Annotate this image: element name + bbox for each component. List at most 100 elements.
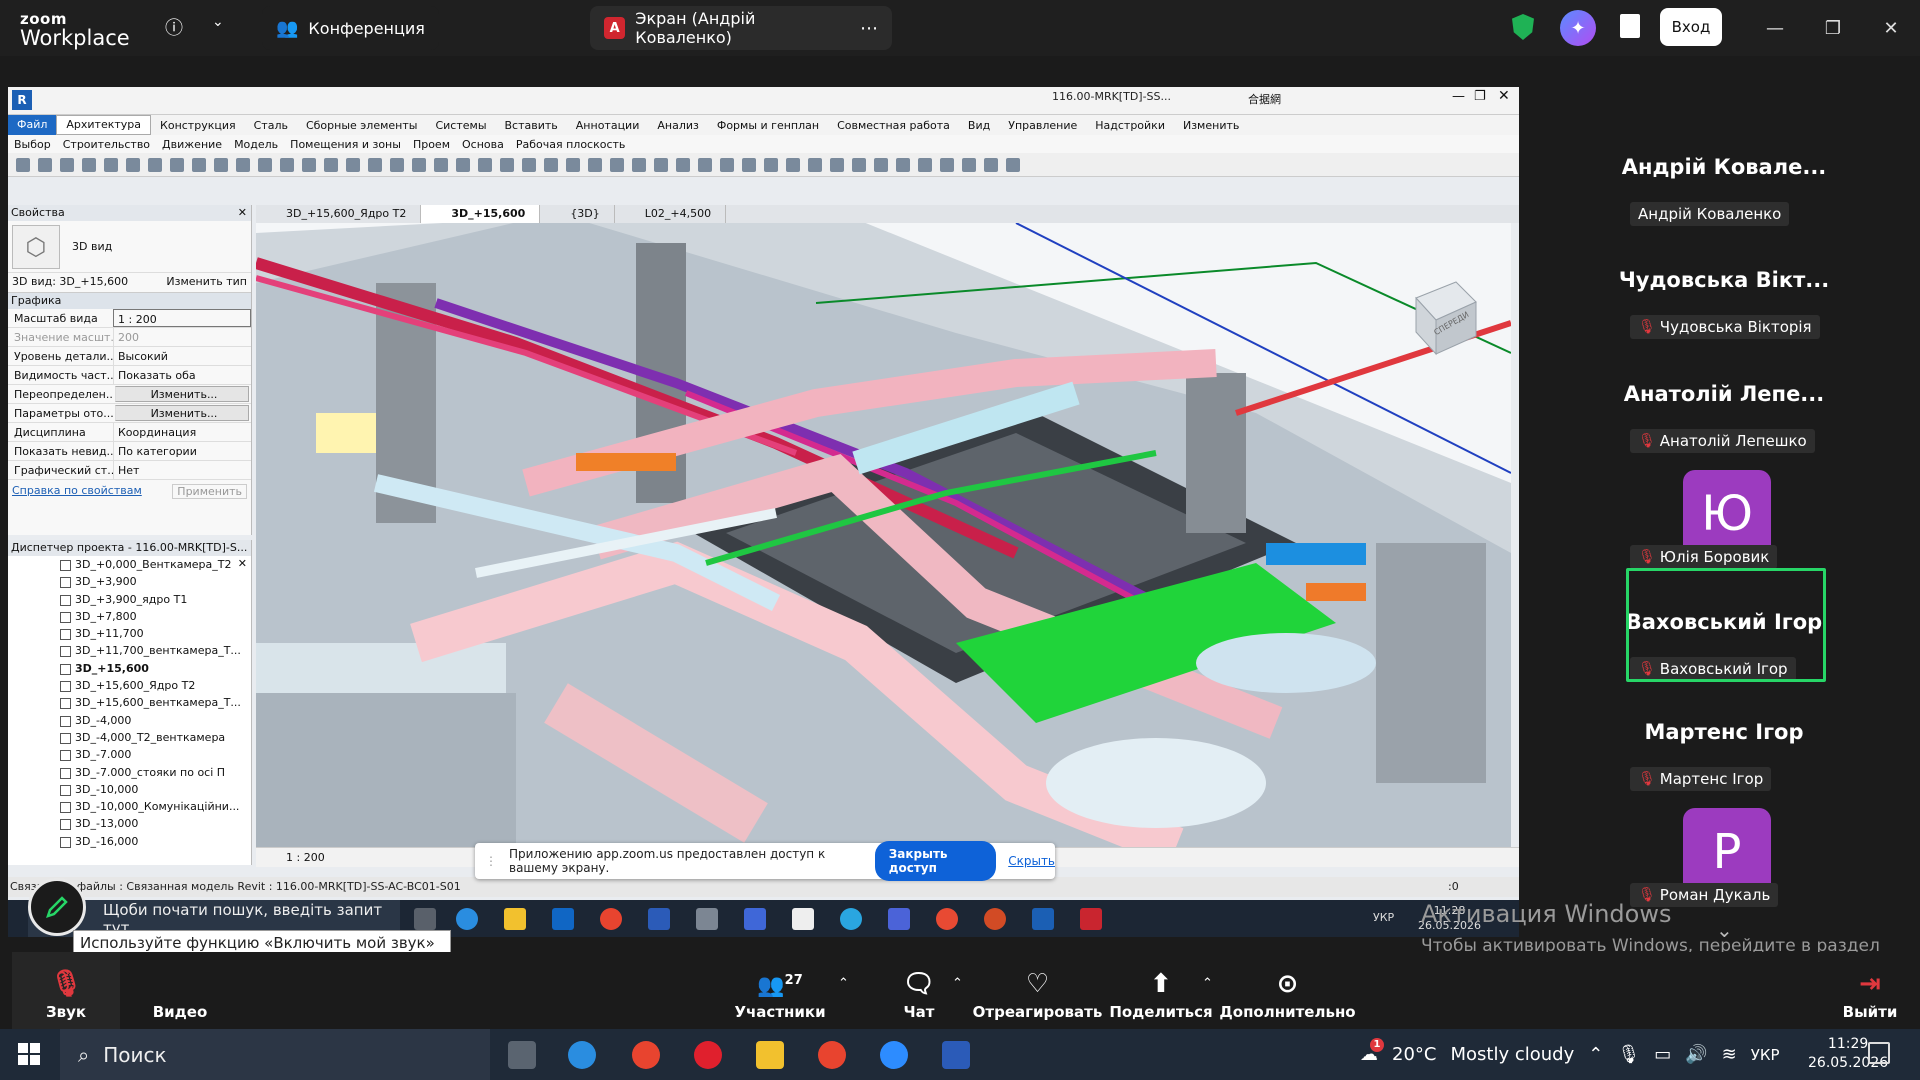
panel-label[interactable]: Рабочая плоскость: [516, 138, 626, 151]
panel-label[interactable]: Помещения и зоны: [290, 138, 401, 151]
toolbar-icon[interactable]: [984, 158, 998, 172]
edit-type-button[interactable]: Изменить тип: [166, 275, 247, 290]
browser-item[interactable]: 3D_+7,800: [8, 608, 251, 625]
toolbar-icon[interactable]: [38, 158, 52, 172]
teams-icon[interactable]: [744, 908, 766, 930]
toolbar-icon[interactable]: [654, 158, 668, 172]
leave-button[interactable]: ⇥ Выйти: [1835, 952, 1905, 1029]
revit-close-icon[interactable]: ✕: [1498, 88, 1510, 104]
participants-button[interactable]: 👥27 Участники: [734, 952, 825, 1029]
toolbar-icon[interactable]: [896, 158, 910, 172]
word-icon[interactable]: [942, 1041, 970, 1069]
view-instance-select[interactable]: 3D вид: 3D_+15,600: [12, 275, 128, 290]
zoom-icon[interactable]: [880, 1041, 908, 1069]
panel-label[interactable]: Выбор: [14, 138, 51, 151]
toolbar-icon[interactable]: [522, 158, 536, 172]
word-icon[interactable]: [648, 908, 670, 930]
property-row[interactable]: Уровень детали... Высокий: [8, 347, 251, 366]
toolbar-icon[interactable]: [786, 158, 800, 172]
minimize-icon[interactable]: —: [1752, 10, 1798, 46]
participant-name[interactable]: Чудовська Вікт...: [1614, 268, 1834, 292]
browser-item[interactable]: 3D_-16,000: [8, 833, 251, 850]
notepad-icon[interactable]: [792, 908, 814, 930]
share-button[interactable]: ⬆ Поделиться: [1109, 952, 1212, 1029]
toolbar-icon[interactable]: [412, 158, 426, 172]
outlook-icon[interactable]: [552, 908, 574, 930]
toolbar-icon[interactable]: [368, 158, 382, 172]
toolbar-icon[interactable]: [698, 158, 712, 172]
ribbon-tab[interactable]: Файл: [8, 115, 57, 135]
revit-restore-icon[interactable]: ❐: [1474, 89, 1486, 104]
browser-item[interactable]: 3D_-7.000: [8, 746, 251, 763]
more-button[interactable]: ⊙ Дополнительно: [1219, 952, 1355, 1029]
properties-help-link[interactable]: Справка по свойствам: [12, 484, 142, 499]
ribbon-tab[interactable]: Сталь: [245, 119, 297, 132]
property-value[interactable]: По категории: [113, 442, 251, 460]
property-row[interactable]: Значение масшт... 200: [8, 328, 251, 347]
browser-item[interactable]: 3D_+0,000_Венткамера_Т2: [8, 556, 238, 573]
browser-item[interactable]: 3D_-10,000_Комунікаційни...: [8, 798, 251, 815]
property-row[interactable]: Видимость част... Показать оба: [8, 366, 251, 385]
panel-label[interactable]: Основа: [462, 138, 504, 151]
property-row[interactable]: Показать невид... По категории: [8, 442, 251, 461]
chat-button[interactable]: 🗨 Чат: [895, 952, 943, 1029]
toolbar-icon[interactable]: [918, 158, 932, 172]
chevron-down-icon[interactable]: ⌄: [212, 14, 224, 30]
toolbar-icon[interactable]: [236, 158, 250, 172]
browser-item[interactable]: 3D_+15,600_венткамера_Т...: [8, 694, 251, 711]
chrome-icon[interactable]: [600, 908, 622, 930]
participant-name[interactable]: Андрій Ковале...: [1614, 155, 1834, 179]
revit-icon[interactable]: [1032, 908, 1054, 930]
toolbar-icon[interactable]: [434, 158, 448, 172]
ribbon-tab[interactable]: Формы и генплан: [708, 119, 828, 132]
ribbon-tab[interactable]: Совместная работа: [828, 119, 959, 132]
ribbon-tab[interactable]: Системы: [426, 119, 495, 132]
autocad-icon[interactable]: [1080, 908, 1102, 930]
browser-item[interactable]: 3D_+15,600: [8, 660, 251, 677]
toolbar-icon[interactable]: [82, 158, 96, 172]
wifi-icon[interactable]: ≋: [1722, 1044, 1737, 1065]
chevron-up-icon[interactable]: ⌃: [1202, 976, 1213, 991]
toolbar-icon[interactable]: [214, 158, 228, 172]
browser-item[interactable]: 3D_+11,700_венткамера_Т...: [8, 642, 251, 659]
grip-icon[interactable]: ⋮: [485, 854, 497, 868]
revit-user[interactable]: 合据網: [1248, 91, 1281, 107]
login-button[interactable]: Вход: [1660, 8, 1722, 46]
browser-item[interactable]: 3D_+15,600_Ядро Т2: [8, 677, 251, 694]
property-value[interactable]: 1 : 200: [113, 309, 251, 327]
3d-viewport[interactable]: СПЕРЕДИ: [256, 223, 1511, 847]
chrome-icon[interactable]: [936, 908, 958, 930]
participant-name[interactable]: Мартенс Ігор: [1614, 720, 1834, 744]
ribbon-tab[interactable]: Управление: [999, 119, 1086, 132]
close-icon[interactable]: ✕: [1868, 10, 1914, 46]
windows-start-icon[interactable]: [18, 1043, 40, 1065]
info-icon[interactable]: ⓘ: [165, 14, 183, 40]
ribbon-tab[interactable]: Вставить: [496, 119, 567, 132]
panel-label[interactable]: Проем: [413, 138, 450, 151]
browser-item[interactable]: 3D_+3,900: [8, 573, 251, 590]
property-row[interactable]: Параметры ото... Изменить...: [8, 404, 251, 423]
taskbar-search[interactable]: ⌕ Поиск: [60, 1029, 490, 1080]
toolbar-icon[interactable]: [588, 158, 602, 172]
weather-temp[interactable]: 20°C: [1392, 1044, 1436, 1065]
toolbar-icon[interactable]: [346, 158, 360, 172]
toolbar-icon[interactable]: [610, 158, 624, 172]
ribbon-tab[interactable]: Сборные элементы: [297, 119, 427, 132]
ribbon-tab[interactable]: Аннотации: [567, 119, 649, 132]
stop-share-button[interactable]: Закрыть доступ: [874, 841, 997, 881]
chevron-up-icon[interactable]: ⌃: [838, 976, 849, 991]
property-value[interactable]: Нет: [113, 461, 251, 479]
telegram-icon[interactable]: [840, 908, 862, 930]
opera-icon[interactable]: [694, 1041, 722, 1069]
mic-icon[interactable]: 🎙: [1617, 1044, 1640, 1065]
property-value[interactable]: Показать оба: [113, 366, 251, 384]
battery-icon[interactable]: ▭: [1654, 1044, 1671, 1065]
volume-icon[interactable]: 🔊: [1685, 1044, 1707, 1065]
property-value[interactable]: Координация: [113, 423, 251, 441]
view-tab[interactable]: 3D_+15,600_Ядро Т2: [256, 205, 422, 223]
toolbar-icon[interactable]: [852, 158, 866, 172]
toolbar-icon[interactable]: [456, 158, 470, 172]
toolbar-icon[interactable]: [1006, 158, 1020, 172]
ribbon-tab[interactable]: Изменить: [1174, 119, 1248, 132]
type-selector[interactable]: ⬡ 3D вид: [8, 221, 251, 273]
